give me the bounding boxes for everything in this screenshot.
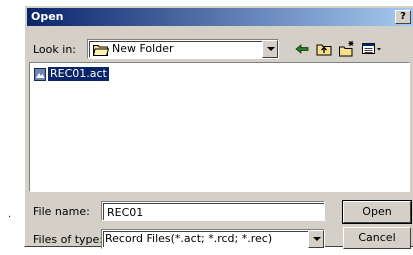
file-name-input-box[interactable] [101, 201, 325, 221]
dialog-title: Open [31, 10, 64, 23]
back-arrow-icon[interactable] [293, 40, 311, 58]
file-name-label: File name: [33, 205, 90, 218]
file-list[interactable]: REC01.act [29, 62, 410, 192]
cancel-button[interactable]: Cancel [343, 227, 411, 249]
file-name: REC01.act [47, 66, 110, 82]
look-in-dropdown[interactable]: New Folder [87, 39, 279, 59]
look-in-label: Look in: [33, 43, 76, 56]
look-in-value: New Folder [112, 42, 174, 55]
file-type-label: Files of type: [33, 233, 104, 246]
folder-icon [92, 43, 110, 59]
file-icon [34, 68, 46, 81]
file-type-dropdown-arrow[interactable] [308, 230, 324, 248]
file-type-dropdown[interactable]: Record Files(*.act; *.rcd; *.rec) [101, 229, 325, 249]
look-in-dropdown-arrow[interactable] [262, 40, 278, 58]
open-button[interactable]: Open [342, 200, 412, 224]
title-bar[interactable]: Open ? [27, 8, 413, 26]
help-button[interactable]: ? [395, 10, 411, 24]
stray-mark: · [8, 212, 12, 223]
view-menu-icon[interactable] [361, 40, 383, 58]
file-type-value: Record Files(*.act; *.rcd; *.rec) [105, 232, 273, 245]
up-folder-icon[interactable] [315, 40, 333, 58]
open-dialog: Open ? Look in: New Folder REC01.act Fil… [24, 5, 413, 249]
file-name-input[interactable] [103, 203, 324, 220]
new-folder-icon[interactable] [338, 40, 356, 58]
